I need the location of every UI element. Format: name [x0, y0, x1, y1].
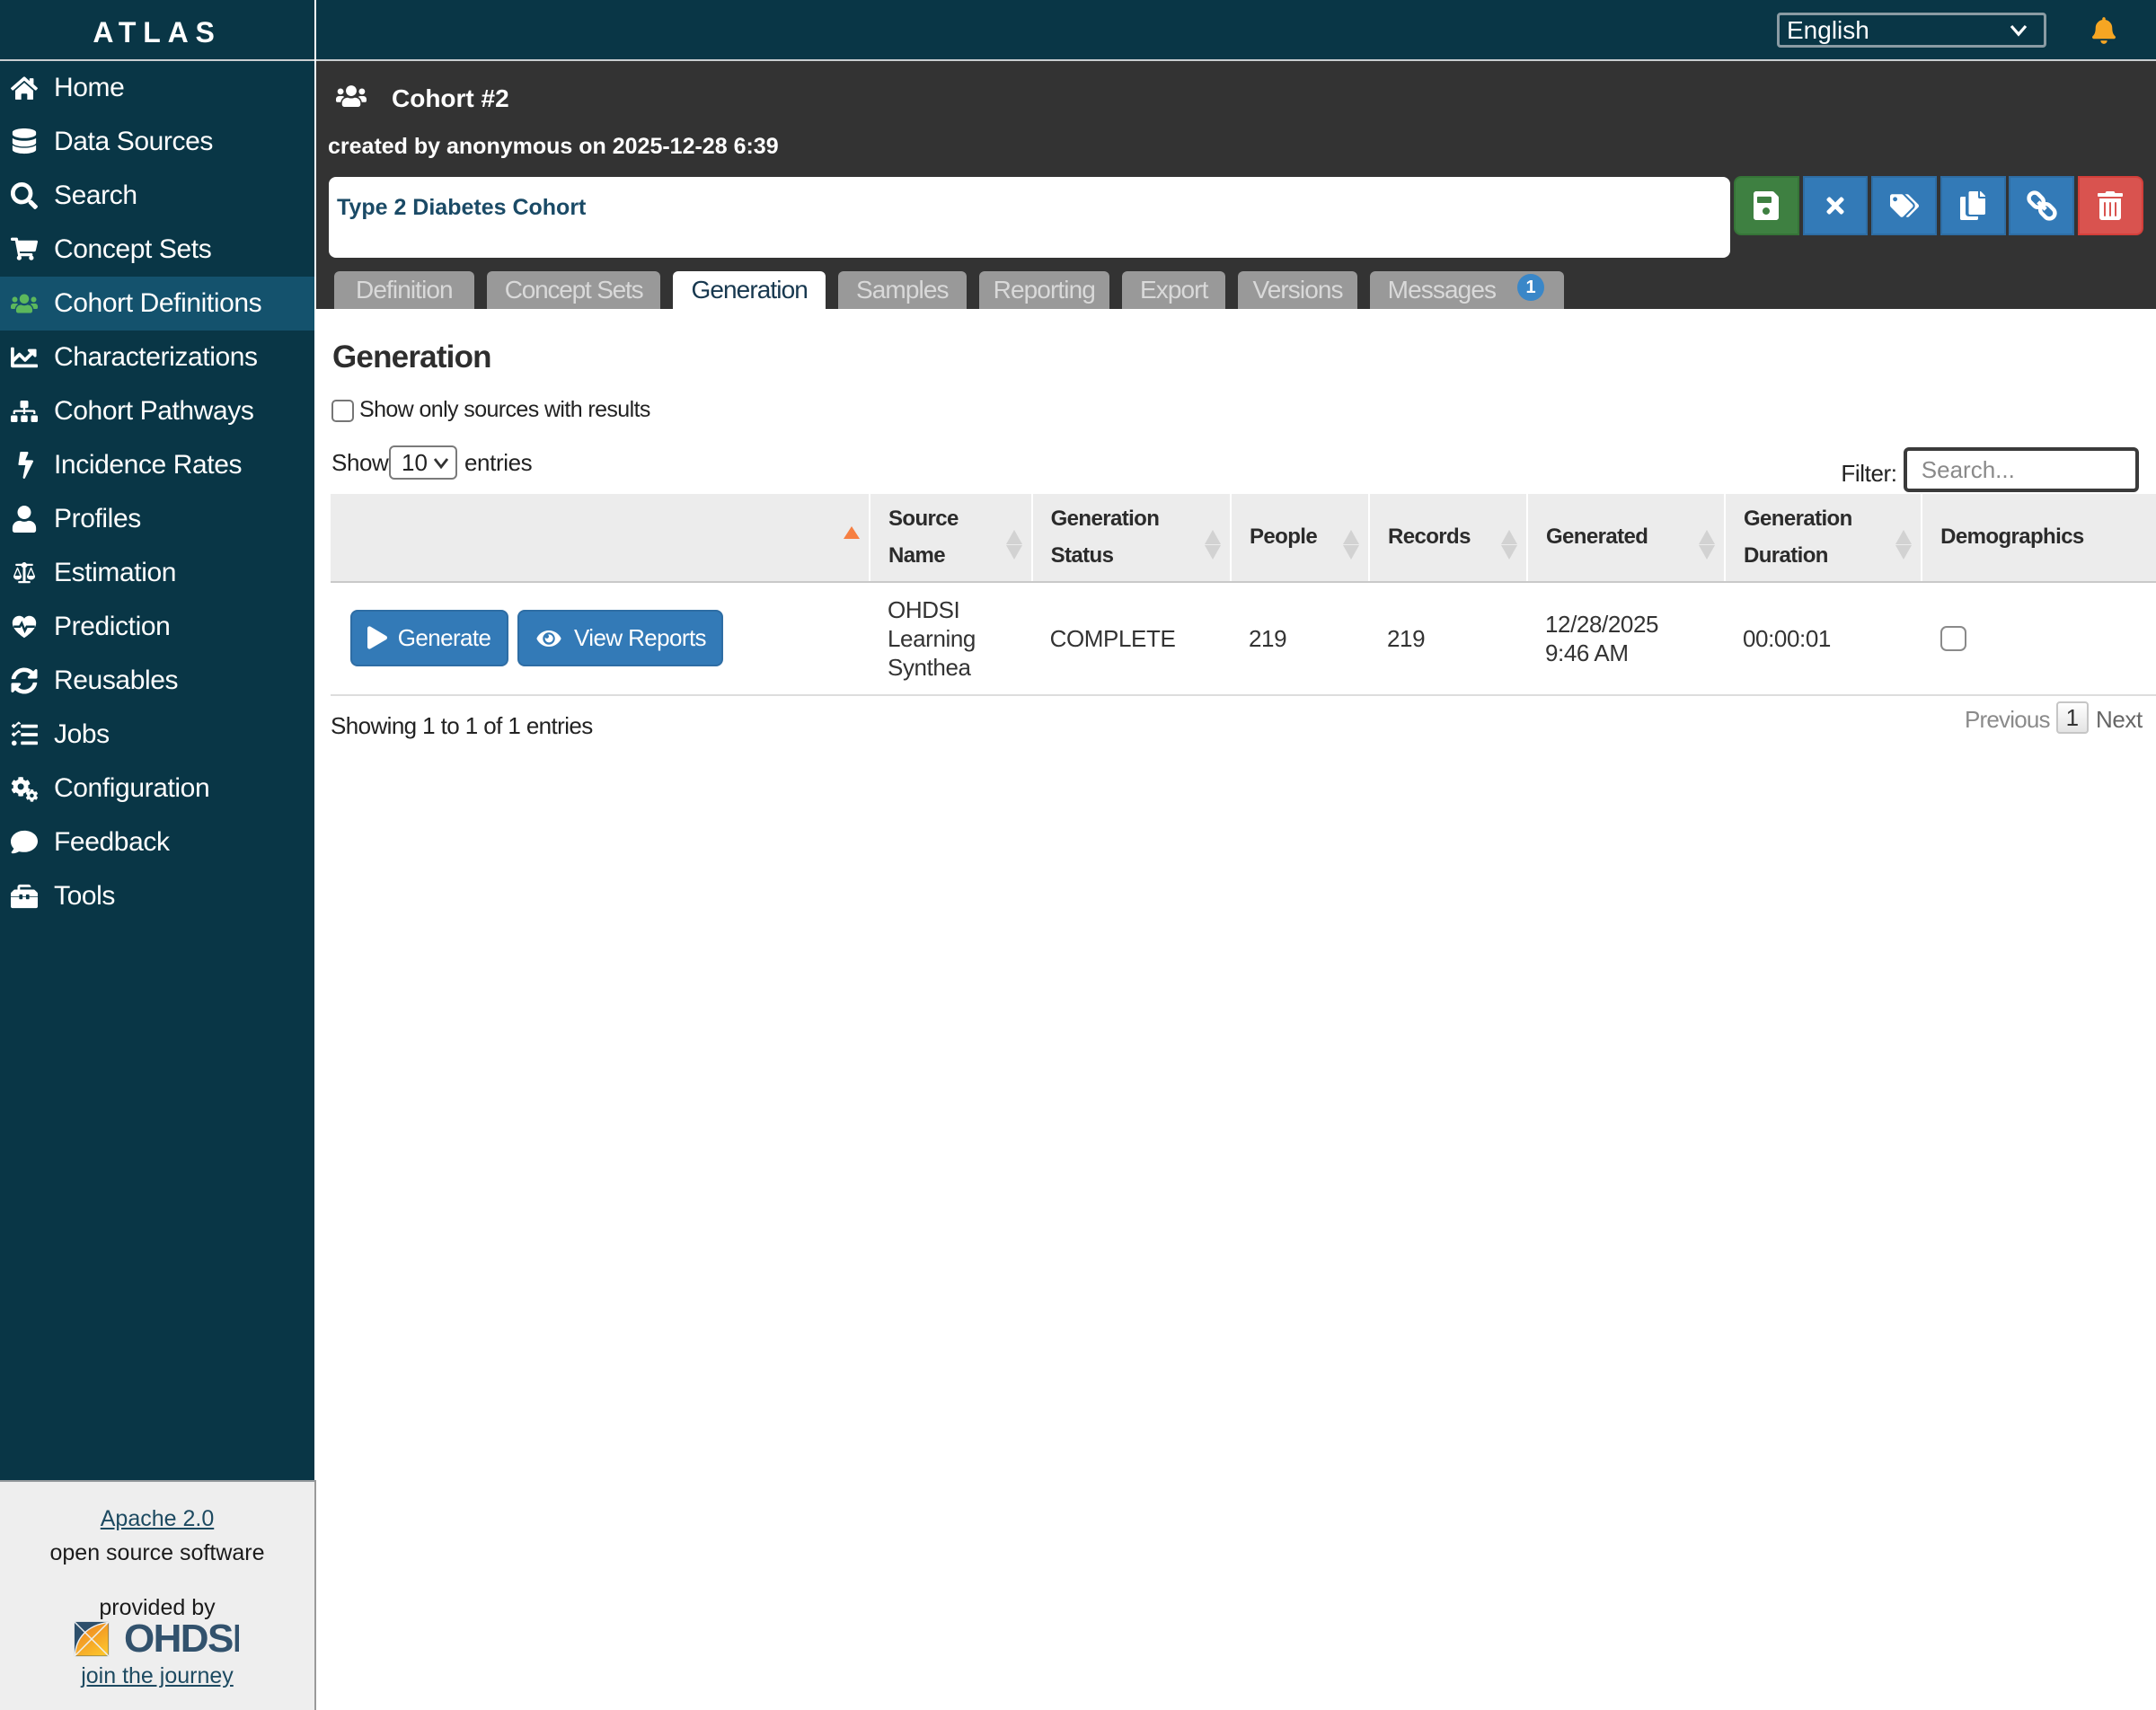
svg-text:OHDSI: OHDSI	[124, 1621, 239, 1657]
